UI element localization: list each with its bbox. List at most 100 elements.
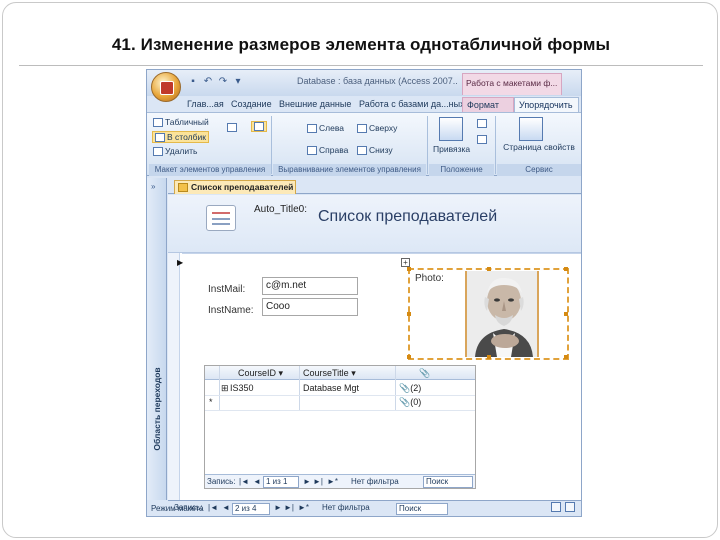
courses-subform[interactable]: CourseID ▾ CourseTitle ▾ 📎 ⊞ IS350 Datab… [204,365,476,489]
grid-line [205,395,475,396]
inst-mail-field[interactable]: c@m.net [262,277,358,295]
window-title: Database : база данных (Access 2007... -… [297,76,457,86]
new-record-icon[interactable]: ►* [327,477,338,486]
save-icon[interactable]: ▪ [187,76,199,88]
layout-extra-button-1[interactable] [227,123,237,132]
form-header: Auto_Title0: Список преподавателей [168,195,581,253]
align-bottom-button[interactable]: Снизу [357,145,393,155]
tab-arrange[interactable]: Упорядочить [514,97,579,112]
column-header-coursetitle[interactable]: CourseTitle ▾ [303,368,356,379]
inst-name-field[interactable]: Cooo [262,298,358,316]
tab-home[interactable]: Глав...ая [183,97,227,112]
nav-pane-chevron-icon[interactable]: » [151,182,155,191]
align-top-button[interactable]: Сверху [357,123,397,133]
record-selector[interactable] [168,253,180,500]
tab-create[interactable]: Создание [227,97,275,112]
align-right-button[interactable]: Справа [307,145,348,155]
resize-handle[interactable] [564,267,568,271]
navigation-pane[interactable]: » Область переходов [147,178,167,500]
tab-database-tools[interactable]: Работа с базами да...ных [355,97,465,112]
slide: 41. Изменение размеров элемента однотабл… [2,2,718,538]
resize-handle[interactable] [487,355,491,359]
expand-row-icon[interactable]: ⊞ [221,383,229,394]
search-field[interactable]: Поиск [423,476,473,488]
form-title[interactable]: Список преподавателей [318,208,497,226]
resize-handle[interactable] [564,312,568,316]
layout-view-icon[interactable] [551,502,561,512]
prev-record-icon[interactable]: ◄ [253,477,261,486]
last-record-icon[interactable]: ►| [284,503,294,512]
resize-handle[interactable] [407,312,411,316]
tabular-label: Табличный [165,117,209,127]
form-logo-icon[interactable] [206,205,236,231]
filter-status[interactable]: Нет фильтра [322,503,370,512]
align-left-icon [307,123,317,133]
first-record-icon[interactable]: |◄ [239,477,249,486]
stacked-icon [155,132,165,142]
table-cell-attachments[interactable]: 📎(0) [399,397,421,408]
property-sheet-icon[interactable] [519,117,543,141]
record-position-field[interactable]: 1 из 1 [263,476,299,488]
stacked-button[interactable]: В столбик [152,131,209,143]
instructor-photo[interactable] [465,271,539,357]
coursetitle-header-label: CourseTitle [303,368,349,378]
anchor-icon[interactable] [439,117,463,141]
table-cell-attachments[interactable]: 📎(2) [399,383,421,394]
column-header-courseid[interactable]: CourseID ▾ [238,368,283,379]
table-cell-coursetitle[interactable]: Database Mgt [303,383,359,393]
tabular-button[interactable]: Табличный [153,117,209,127]
redo-icon[interactable]: ↷ [217,76,229,88]
document-tab-label: Список преподавателей [191,182,294,192]
first-record-icon[interactable]: |◄ [208,503,218,512]
position-button-1[interactable] [477,119,487,128]
tab-external-data[interactable]: Внешние данные [275,97,355,112]
paperclip-icon: 📎 [399,383,411,393]
context-tab-header: Работа с макетами ф... [462,73,562,95]
align-left-label: Слева [319,123,344,133]
table-cell-courseid[interactable]: IS350 [230,383,254,393]
property-sheet-label[interactable]: Страница свойств [503,143,575,152]
resize-handle[interactable] [407,355,411,359]
group-separator [427,116,428,174]
sort-arrow-icon[interactable]: ▾ [351,368,356,378]
layout-stack-icon [254,122,264,131]
next-record-icon[interactable]: ► [303,477,311,486]
resize-handle[interactable] [407,267,411,271]
align-left-button[interactable]: Слева [307,123,344,133]
filter-status[interactable]: Нет фильтра [351,477,399,486]
position-button-2[interactable] [477,135,487,144]
new-record-selector[interactable]: * [209,397,213,407]
prev-record-icon[interactable]: ◄ [222,503,230,512]
new-record-icon[interactable]: ►* [298,503,309,512]
attachment-header-icon[interactable]: 📎 [419,368,430,379]
layout-move-handle-icon[interactable]: + [401,258,410,267]
undo-icon[interactable]: ↶ [202,76,214,88]
photo-control-selected[interactable]: Photo: [407,267,569,360]
sort-arrow-icon[interactable]: ▾ [279,368,284,378]
group-label-layout: Макет элементов управления [149,164,271,176]
group-label-alignment: Выравнивание элементов управления [273,164,426,176]
record-position-field[interactable]: 2 из 4 [232,503,270,515]
document-tab[interactable]: Список преподавателей [174,180,296,194]
anchor-button-label[interactable]: Привязка [433,144,470,154]
align-top-icon [357,123,367,133]
grid-line [205,410,475,411]
last-record-icon[interactable]: ►| [313,477,323,486]
layout-grid-icon [227,123,237,132]
resize-handle[interactable] [564,355,568,359]
design-view-icon[interactable] [565,502,575,512]
remove-layout-button[interactable]: Удалить [153,146,197,156]
current-record-arrow-icon: ▶ [177,258,184,267]
layout-extra-button-2[interactable] [251,121,267,132]
next-record-icon[interactable]: ► [274,503,282,512]
attachment-count: (0) [410,397,422,407]
customize-toolbar-icon[interactable]: ▾ [232,76,244,88]
title-bar: ▪ ↶ ↷ ▾ Database : база данных (Access 2… [147,70,581,102]
document-tab-bar: Список преподавателей [168,178,581,194]
grid-line [395,366,396,411]
office-button[interactable] [151,72,181,102]
tab-format[interactable]: Формат [462,97,514,112]
search-field[interactable]: Поиск [396,503,448,515]
resize-handle[interactable] [487,267,491,271]
tabular-icon [153,117,163,127]
